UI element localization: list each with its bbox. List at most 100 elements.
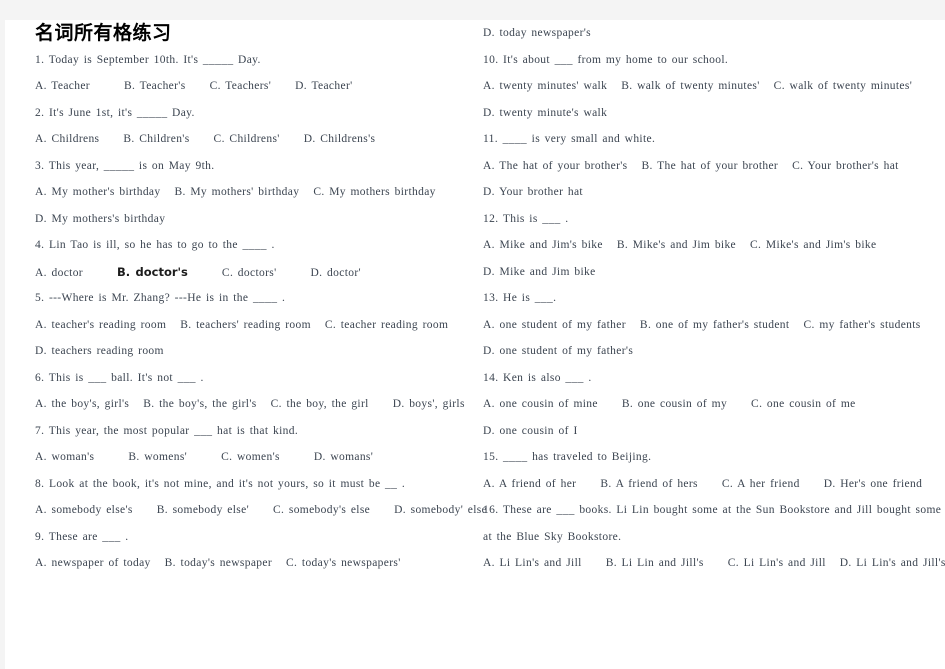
answer-option[interactable]: A. teacher's reading room [35,312,166,339]
answer-options-row: A. one student of my father B. one of my … [483,312,931,339]
answer-option[interactable]: D. My mothers's birthday [35,206,165,233]
answer-option[interactable]: B. Children's [123,126,189,153]
answer-option[interactable]: C. teacher reading room [325,312,448,339]
answer-option[interactable]: A. the boy's, girl's [35,391,129,418]
answer-option[interactable]: C. Teachers' [210,73,272,100]
answer-option[interactable]: A. twenty minutes' walk [483,73,607,100]
answer-option[interactable]: B. one cousin of my [622,391,727,418]
answer-options-row: A. newspaper of today B. today's newspape… [35,550,475,577]
question-stem: 1. Today is September 10th. It's _____ D… [35,53,261,66]
answer-option[interactable]: D. Li Lin's and Jill's [840,550,945,577]
answer-option[interactable]: B. Mike's and Jim bike [617,232,736,259]
answer-options-row: D. today newspaper's [483,20,931,47]
answer-option[interactable]: A. My mother's birthday [35,179,160,206]
answer-option[interactable]: D. one cousin of I [483,418,578,445]
answer-option[interactable]: D. Teacher' [295,73,352,100]
answer-option[interactable]: D. Her's one friend [824,471,923,498]
answer-option[interactable]: C. somebody's else [273,497,370,524]
answer-option[interactable]: D. teachers reading room [35,338,164,365]
answer-option[interactable]: B. A friend of hers [600,471,698,498]
answer-option[interactable]: D. womans' [314,444,373,471]
worksheet-column-left: 名词所有格练习 1. Today is September 10th. It's… [35,20,487,669]
answer-option[interactable]: A. somebody else's [35,497,133,524]
answer-option[interactable]: B. the boy's, the girl's [143,391,256,418]
answer-option[interactable]: A. Childrens [35,126,99,153]
answer-option[interactable]: A. doctor [35,260,83,287]
answer-option[interactable]: A. Li Lin's and Jill [483,550,582,577]
answer-option[interactable]: B. today's newspaper [165,550,272,577]
question-stem: 15. ____ has traveled to Beijing. [483,451,652,463]
answer-option[interactable]: A. woman's [35,444,94,471]
right-column-lines: D. today newspaper's 10. It's about ___ f… [483,20,945,577]
answer-option[interactable]: D. boys', girls [393,391,465,418]
question-stem: 9. These are ___ . [35,530,129,543]
question-stem: 16. These are ___ books. Li Lin bought s… [483,504,942,516]
answer-option[interactable]: C. one cousin of me [751,391,856,418]
document-body: 名词所有格练习 1. Today is September 10th. It's… [5,20,945,669]
page-title: 名词所有格练习 [35,22,172,44]
question-stem: 13. He is ___. [483,292,557,304]
answer-option[interactable]: B. Li Lin and Jill's [606,550,704,577]
answer-option[interactable]: D. doctor' [311,260,361,287]
answer-option[interactable]: C. today's newspapers' [286,550,401,577]
answer-options-row: D. twenty minute's walk [483,100,931,127]
answer-option[interactable]: C. Your brother's hat [792,153,899,180]
answer-options-row: A. the boy's, girl's B. the boy's, the gi… [35,391,475,418]
question-stem: 3. This year, _____ is on May 9th. [35,159,215,172]
answer-option[interactable]: C. my father's students [803,312,920,339]
answer-options-row: A. one cousin of mine B. one cousin of my… [483,391,931,418]
answer-option[interactable]: A. newspaper of today [35,550,151,577]
answer-option[interactable]: D. Mike and Jim bike [483,259,596,286]
answer-option[interactable]: A. Mike and Jim's bike [483,232,603,259]
answer-option[interactable]: C. My mothers birthday [313,179,435,206]
answer-option[interactable]: C. women's [221,444,280,471]
answer-option[interactable]: B. The hat of your brother [642,153,779,180]
browser-viewport: 名词所有格练习 1. Today is September 10th. It's… [0,0,945,669]
answer-option[interactable]: C. the boy, the girl [271,391,369,418]
answer-option[interactable]: C. walk of twenty minutes' [774,73,912,100]
answer-option[interactable]: D. twenty minute's walk [483,100,607,127]
answer-option[interactable]: C. Li Lin's and Jill [728,550,826,577]
answer-option[interactable]: B. walk of twenty minutes' [621,73,759,100]
left-column-lines: 1. Today is September 10th. It's _____ D… [35,47,487,577]
answer-option[interactable]: A. A friend of her [483,471,576,498]
answer-options-row: D. teachers reading room [35,338,475,365]
answer-options-row: A. Mike and Jim's bike B. Mike's and Jim … [483,232,931,259]
answer-option[interactable]: B. somebody else' [157,497,249,524]
answer-options-row: A. somebody else's B. somebody else' C. so… [35,497,487,524]
answer-options-row: D. My mothers's birthday [35,206,475,233]
answer-option[interactable]: A. one student of my father [483,312,626,339]
answer-option[interactable]: D. somebody' else [394,497,487,524]
top-gutter [0,0,945,20]
answer-option[interactable]: C. A her friend [722,471,800,498]
answer-option[interactable]: A. Teacher [35,73,90,100]
answer-option[interactable]: D. one student of my father's [483,338,633,365]
answer-options-row: A. twenty minutes' walk B. walk of twenty… [483,73,931,100]
answer-option[interactable]: C. doctors' [222,260,277,287]
answer-options-row: A. Childrens B. Children's C. Childrens' D.… [35,126,475,153]
answer-options-row: D. Your brother hat [483,179,931,206]
question-stem: 10. It's about ___ from my home to our s… [483,53,729,66]
answer-options-row: A. teacher's reading room B. teachers' re… [35,312,475,339]
answer-option[interactable]: B. one of my father's student [640,312,790,339]
answer-option[interactable]: C. Mike's and Jim's bike [750,232,876,259]
question-stem: 7. This year, the most popular ___ hat i… [35,424,299,437]
answer-options-row: A. The hat of your brother's B. The hat o… [483,153,931,180]
question-stem: 11. ____ is very small and white. [483,133,656,145]
answer-option[interactable]: B. My mothers' birthday [174,179,299,206]
answer-option[interactable]: B. Teacher's [124,73,186,100]
answer-option[interactable]: A. one cousin of mine [483,391,598,418]
answer-option[interactable]: D. Your brother hat [483,179,583,206]
question-stem: 4. Lin Tao is ill, so he has to go to th… [35,239,275,251]
answer-option[interactable]: A. The hat of your brother's [483,153,628,180]
answer-option-selected[interactable]: B. doctor's [117,259,188,286]
answer-option[interactable]: D. today newspaper's [483,20,591,47]
answer-options-row: A. woman's B. womens' C. women's D. womans' [35,444,475,471]
document-page: 名词所有格练习 1. Today is September 10th. It's… [5,20,945,669]
answer-option[interactable]: C. Childrens' [214,126,280,153]
answer-option[interactable]: B. teachers' reading room [180,312,311,339]
answer-option[interactable]: B. womens' [128,444,187,471]
answer-options-row: A. doctor B. doctor's C. doctors' D. doctor… [35,259,475,286]
answer-option[interactable]: D. Childrens's [304,126,376,153]
question-stem: 12. This is ___ . [483,212,569,225]
